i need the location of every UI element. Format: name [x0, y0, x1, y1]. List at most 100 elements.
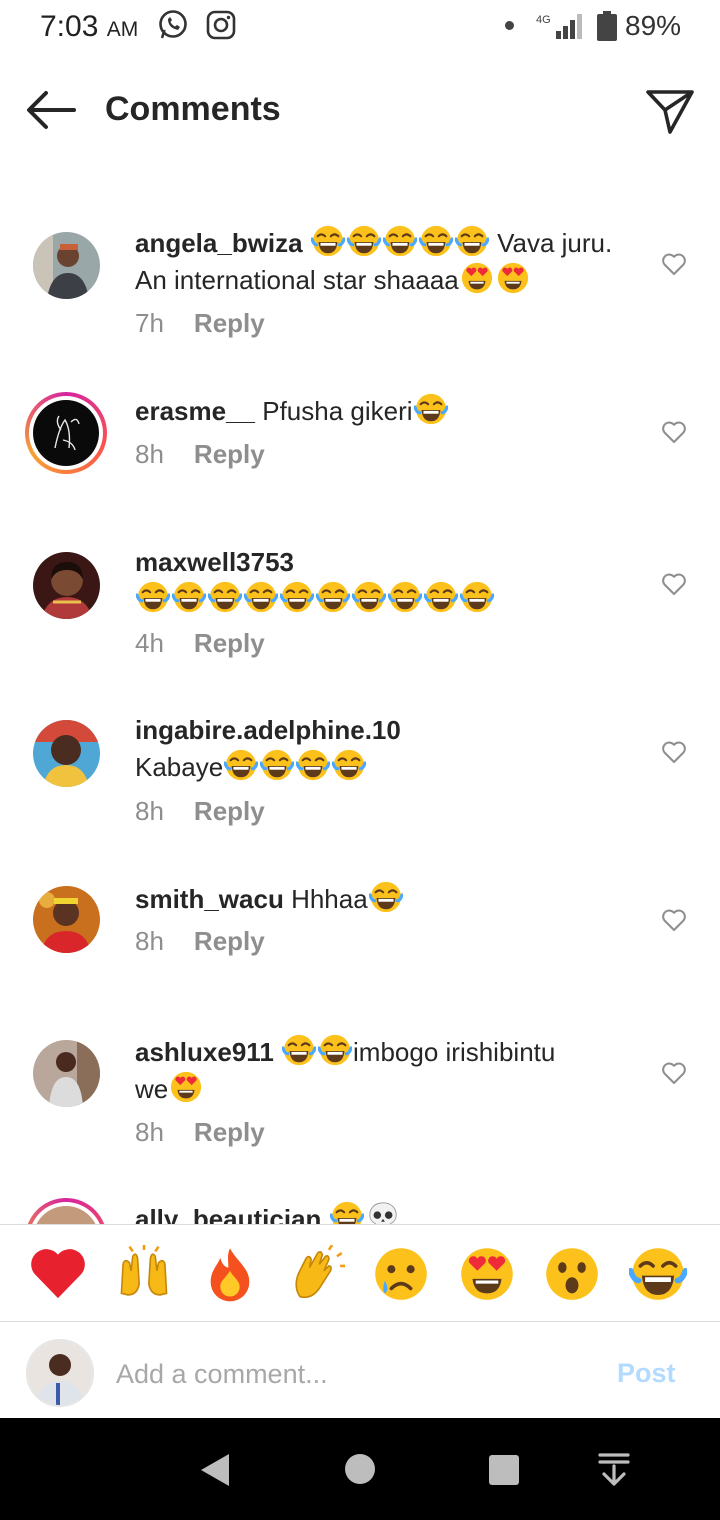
comments-list[interactable]: angela_bwiza Vava juru. An international… [0, 0, 720, 1224]
like-heart-icon[interactable] [661, 908, 687, 932]
reaction-fire-button[interactable] [201, 1245, 259, 1303]
reply-button[interactable]: Reply [194, 628, 265, 658]
joy-emoji-icon [171, 581, 207, 613]
comment-username[interactable]: maxwell3753 [135, 547, 294, 577]
emoji-group [367, 881, 404, 914]
avatar [33, 1206, 99, 1224]
reaction-surprised-face-button[interactable] [543, 1245, 601, 1303]
reaction-heart-eyes-button[interactable] [458, 1245, 516, 1303]
joy-emoji-icon [207, 581, 243, 613]
nav-notification-pull-icon[interactable] [598, 1452, 630, 1488]
avatar[interactable] [33, 1040, 100, 1107]
joy-emoji-icon [317, 1034, 353, 1066]
joy-emoji-icon [627, 1248, 689, 1300]
nav-back-icon[interactable] [199, 1452, 231, 1488]
like-heart-icon[interactable] [661, 1061, 687, 1085]
heart-eyes-emoji-icon [461, 1248, 513, 1300]
comment-composer: Post [0, 1322, 720, 1418]
comment-username[interactable]: ingabire.adelphine.10 [135, 715, 401, 745]
nav-home-icon[interactable] [344, 1453, 376, 1485]
emoji-group [328, 1201, 401, 1224]
emoji-group [135, 581, 495, 614]
joy-emoji-icon [310, 225, 346, 257]
like-heart-icon[interactable] [661, 740, 687, 764]
joy-emoji-icon [387, 581, 423, 613]
joy-emoji-icon [412, 393, 449, 425]
post-button[interactable]: Post [617, 1358, 676, 1389]
joy-emoji-icon [315, 581, 351, 613]
comment-time: 4h [135, 628, 164, 658]
comment-meta: 4h Reply [135, 628, 265, 659]
joy-emoji-icon [279, 581, 315, 613]
reply-button[interactable]: Reply [194, 439, 265, 469]
reply-button[interactable]: Reply [194, 796, 265, 826]
comment-text: ally_beautician [135, 1200, 640, 1224]
emoji-group [223, 749, 367, 782]
reaction-sad-face-button[interactable] [372, 1245, 430, 1303]
comment-text: smith_wacu Hhhaa [135, 880, 640, 917]
avatar-story-ring[interactable] [25, 392, 107, 474]
comment-text: ashluxe911 imbogo irishibintu we [135, 1033, 640, 1107]
heart-eyes-emoji-icon [171, 1071, 202, 1103]
joy-emoji-icon [346, 225, 382, 257]
joy-emoji-icon [367, 881, 404, 913]
quick-reaction-bar [0, 1224, 720, 1322]
heart-eyes-emoji-icon [497, 262, 528, 294]
joy-emoji-icon [459, 581, 495, 613]
reaction-raising-hands-button[interactable] [115, 1245, 173, 1303]
heart-eyes-emoji-icon [461, 262, 492, 294]
comment-time: 7h [135, 308, 164, 338]
joy-emoji-icon [135, 581, 171, 613]
joy-emoji-icon [295, 749, 331, 781]
clapping-hands-emoji-icon [295, 1244, 345, 1299]
page-title: Comments [105, 90, 281, 128]
nav-recents-icon[interactable] [488, 1454, 520, 1486]
avatar[interactable] [33, 720, 100, 787]
avatar-story-ring[interactable] [25, 1198, 107, 1224]
header: Comments [0, 60, 720, 160]
joy-emoji-icon [223, 749, 259, 781]
like-heart-icon[interactable] [661, 572, 687, 596]
comment-meta: 8h Reply [135, 439, 265, 470]
reaction-red-heart-button[interactable] [29, 1245, 87, 1303]
direct-send-icon[interactable] [644, 86, 696, 136]
comment-meta: 8h Reply [135, 926, 265, 957]
joy-emoji-icon [328, 1201, 365, 1224]
current-user-avatar [26, 1339, 94, 1407]
emoji-group [310, 225, 490, 258]
like-heart-icon[interactable] [661, 252, 687, 276]
reaction-clapping-hands-button[interactable] [287, 1244, 345, 1303]
joy-emoji-icon [331, 749, 367, 781]
back-arrow-icon[interactable] [24, 88, 78, 132]
reply-button[interactable]: Reply [194, 1117, 265, 1147]
reply-button[interactable]: Reply [194, 308, 265, 338]
system-nav-bar [0, 1418, 720, 1520]
like-heart-icon[interactable] [661, 420, 687, 444]
avatar[interactable] [33, 886, 100, 953]
emoji-group [459, 262, 531, 295]
comment-time: 8h [135, 1117, 164, 1147]
comment-text: ingabire.adelphine.10 Kabaye [135, 715, 401, 782]
avatar [33, 400, 99, 466]
surprised-face-emoji-icon [546, 1248, 598, 1300]
comment-time: 8h [135, 439, 164, 469]
comment-meta: 8h Reply [135, 796, 265, 827]
red-heart-emoji-icon [31, 1249, 85, 1299]
avatar[interactable] [33, 552, 100, 619]
sad-face-emoji-icon [375, 1248, 427, 1300]
reaction-joy-button[interactable] [627, 1245, 689, 1303]
joy-emoji-icon [243, 581, 279, 613]
emoji-group [168, 1071, 204, 1104]
comment-input[interactable] [116, 1356, 586, 1392]
comment-time: 8h [135, 926, 164, 956]
comment-username[interactable]: angela_bwiza [135, 228, 303, 258]
avatar[interactable] [33, 232, 100, 299]
fire-emoji-icon [210, 1248, 250, 1302]
comment-username[interactable]: erasme__ [135, 396, 255, 426]
raising-hands-emoji-icon [120, 1245, 168, 1296]
comment-username[interactable]: ally_beautician [135, 1204, 321, 1224]
comment-username[interactable]: smith_wacu [135, 884, 284, 914]
joy-emoji-icon [259, 749, 295, 781]
reply-button[interactable]: Reply [194, 926, 265, 956]
comment-username[interactable]: ashluxe911 [135, 1037, 274, 1067]
